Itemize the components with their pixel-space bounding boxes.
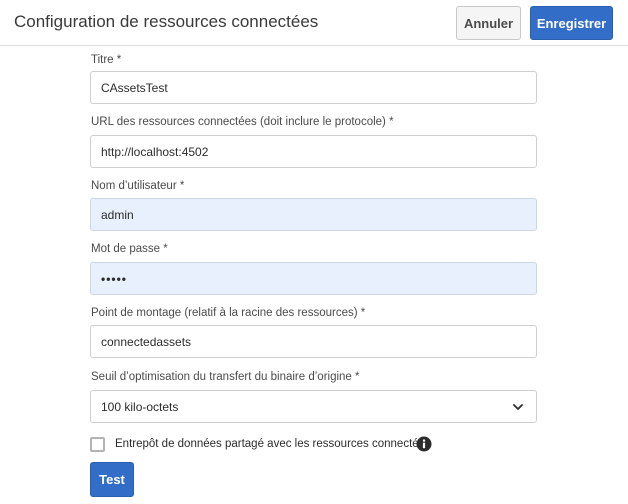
shared-datastore-label: Entrepôt de données partagé avec les res… [115, 438, 431, 450]
mount-point-input[interactable]: connectedassets [90, 325, 537, 358]
username-label: Nom d’utilisateur * [91, 180, 185, 192]
url-input[interactable]: http://localhost:4502 [90, 135, 537, 168]
username-value: admin [101, 207, 134, 222]
chevron-down-icon [513, 404, 523, 410]
mount-point-label: Point de montage (relatif à la racine de… [91, 307, 366, 319]
save-button[interactable]: Enregistrer [530, 6, 613, 40]
page-title: Configuration de ressources connectées [14, 12, 319, 31]
password-input[interactable]: ••••• [90, 262, 537, 295]
title-input[interactable]: CAssetsTest [90, 71, 537, 104]
shared-datastore-checkbox[interactable] [90, 437, 105, 452]
cancel-button[interactable]: Annuler [456, 6, 521, 40]
header-bar: Configuration de ressources connectées A… [0, 0, 628, 46]
title-value: CAssetsTest [101, 80, 168, 95]
password-label: Mot de passe * [91, 243, 168, 255]
title-label: Titre * [91, 54, 122, 66]
threshold-selected-value: 100 kilo-octets [101, 399, 179, 414]
url-value: http://localhost:4502 [101, 144, 209, 159]
threshold-label: Seuil d’optimisation du transfert du bin… [91, 371, 360, 383]
mount-point-value: connectedassets [101, 334, 192, 349]
threshold-select[interactable]: 100 kilo-octets [90, 390, 537, 423]
test-button[interactable]: Test [90, 462, 134, 497]
info-icon[interactable] [416, 436, 432, 452]
password-value: ••••• [101, 271, 128, 286]
username-input[interactable]: admin [90, 198, 537, 231]
url-label: URL des ressources connectées (doit incl… [91, 116, 394, 128]
